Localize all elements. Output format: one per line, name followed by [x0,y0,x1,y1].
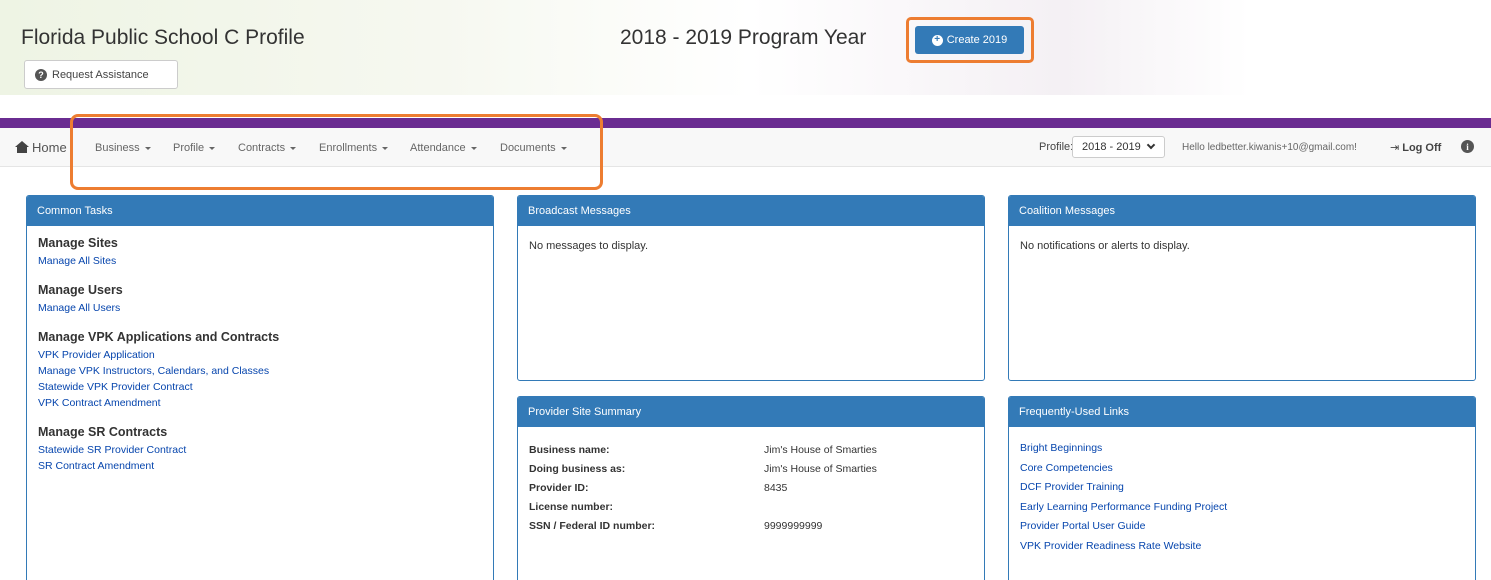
core-competencies-link[interactable]: Core Competencies [1020,459,1464,479]
section-title: Manage SR Contracts [38,425,168,439]
profile-year-select[interactable]: 2018 - 2019 [1072,136,1165,158]
table-row: SSN / Federal ID number: 9999999999 [529,519,877,538]
summary-label: License number: [529,501,614,513]
manage-vpk-instructors-link[interactable]: Manage VPK Instructors, Calendars, and C… [38,363,482,379]
manage-all-sites-link[interactable]: Manage All Sites [38,253,482,269]
dcf-provider-training-link[interactable]: DCF Provider Training [1020,478,1464,498]
task-section-users: Manage Users Manage All Users [38,283,482,316]
broadcast-messages-panel: Broadcast Messages No messages to displa… [517,195,985,381]
summary-value: Jim's House of Smarties [764,463,877,475]
summary-label: Doing business as: [529,463,626,475]
summary-value: 8435 [764,482,788,494]
log-off-link[interactable]: ⇥ Log Off [1390,141,1442,155]
common-tasks-panel: Common Tasks Manage Sites Manage All Sit… [26,195,494,580]
summary-table: Business name: Jim's House of Smarties Do… [529,443,877,538]
profile-year-value: 2018 - 2019 [1082,141,1141,153]
home-icon [15,140,29,153]
task-section-sites: Manage Sites Manage All Sites [38,236,482,269]
provider-site-summary-header: Provider Site Summary [518,397,984,427]
section-title: Manage Users [38,283,123,297]
bright-beginnings-link[interactable]: Bright Beginnings [1020,439,1464,459]
request-assistance-button[interactable]: ? Request Assistance [24,60,178,89]
performance-funding-link[interactable]: Early Learning Performance Funding Proje… [1020,498,1464,518]
coalition-messages-header: Coalition Messages [1009,196,1475,226]
table-row: Provider ID: 8435 [529,481,877,500]
common-tasks-header: Common Tasks [27,196,493,226]
question-circle-icon: ? [35,68,47,81]
app-header: Florida Public School C Profile ? Reques… [0,0,1250,95]
user-greeting: Hello ledbetter.kiwanis+10@gmail.com! [1182,142,1357,153]
chevron-down-icon [1146,140,1155,150]
vpk-contract-amendment-link[interactable]: VPK Contract Amendment [38,395,482,411]
nav-menu-highlight [70,114,603,190]
user-guide-link[interactable]: Provider Portal User Guide [1020,517,1464,537]
log-off-label: Log Off [1402,141,1442,154]
broadcast-messages-header: Broadcast Messages [518,196,984,226]
create-button-label: Create 2019 [946,34,1008,46]
section-title: Manage Sites [38,236,118,250]
sign-out-icon: ⇥ [1390,142,1400,154]
vpk-provider-application-link[interactable]: VPK Provider Application [38,347,482,363]
table-row: Business name: Jim's House of Smarties [529,443,877,462]
readiness-rate-link[interactable]: VPK Provider Readiness Rate Website [1020,537,1464,557]
coalition-messages-panel: Coalition Messages No notifications or a… [1008,195,1476,381]
plus-circle-icon: + [931,34,943,46]
provider-site-summary-panel: Provider Site Summary Business name: Jim'… [517,396,985,580]
summary-value [764,500,877,519]
statewide-sr-contract-link[interactable]: Statewide SR Provider Contract [38,442,482,458]
app-title: Florida Public School C Profile [21,26,305,49]
table-row: License number: [529,500,877,519]
task-section-vpk: Manage VPK Applications and Contracts VP… [38,330,482,411]
frequently-used-links-panel: Frequently-Used Links Bright Beginnings … [1008,396,1476,580]
summary-label: Provider ID: [529,482,589,494]
request-assistance-label: Request Assistance [52,68,149,81]
create-2019-button[interactable]: + Create 2019 [915,26,1024,54]
summary-label: SSN / Federal ID number: [529,520,656,532]
program-year-title: 2018 - 2019 Program Year [620,26,867,49]
section-title: Manage VPK Applications and Contracts [38,330,280,344]
profile-label: Profile: [1039,141,1074,153]
info-icon[interactable]: i [1461,140,1474,153]
task-section-sr: Manage SR Contracts Statewide SR Provide… [38,425,482,474]
summary-value: 9999999999 [764,520,823,532]
create-button-highlight: + Create 2019 [906,17,1034,63]
frequently-used-links-header: Frequently-Used Links [1009,397,1475,427]
nav-home-label: Home [32,140,67,155]
broadcast-empty-message: No messages to display. [529,240,649,252]
nav-home[interactable]: Home [15,140,67,155]
table-row: Doing business as: Jim's House of Smartie… [529,462,877,481]
summary-label: Business name: [529,444,610,456]
summary-value: Jim's House of Smarties [764,444,877,456]
coalition-empty-message: No notifications or alerts to display. [1020,240,1190,252]
sr-contract-amendment-link[interactable]: SR Contract Amendment [38,458,482,474]
statewide-vpk-contract-link[interactable]: Statewide VPK Provider Contract [38,379,482,395]
manage-all-users-link[interactable]: Manage All Users [38,300,482,316]
